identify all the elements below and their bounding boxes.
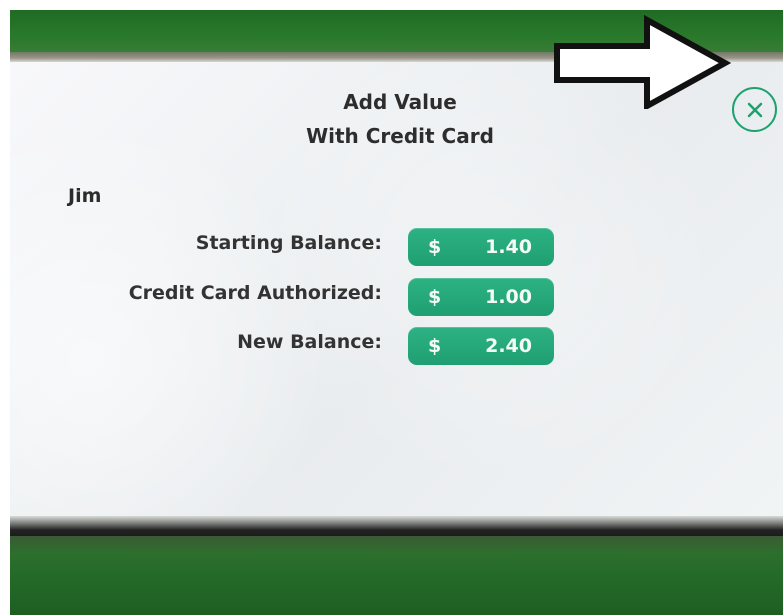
close-icon <box>747 102 762 117</box>
starting-balance-value: $ 1.40 <box>408 228 554 266</box>
new-balance-currency: $ <box>428 335 442 357</box>
credit-card-authorized-currency: $ <box>428 286 442 308</box>
screen-bottom-edge <box>10 516 783 536</box>
credit-card-authorized-label: Credit Card Authorized: <box>128 282 382 304</box>
starting-balance-currency: $ <box>428 236 442 258</box>
screen-bezel-bottom <box>10 536 783 615</box>
kiosk-screen: Add Value With Credit Card Jim Starting … <box>10 62 783 518</box>
close-button[interactable] <box>732 87 777 132</box>
dialog-title-line-2: With Credit Card <box>306 124 494 148</box>
starting-balance-amount: 1.40 <box>485 236 532 258</box>
starting-balance-row: Starting Balance: $ 1.40 <box>10 228 570 266</box>
new-balance-amount: 2.40 <box>485 335 532 357</box>
right-arrow-icon <box>554 14 732 109</box>
credit-card-authorized-amount: 1.00 <box>485 286 532 308</box>
starting-balance-label: Starting Balance: <box>195 232 382 254</box>
user-name: Jim <box>68 185 102 207</box>
credit-card-authorized-row: Credit Card Authorized: $ 1.00 <box>10 278 570 316</box>
credit-card-authorized-value: $ 1.00 <box>408 278 554 316</box>
new-balance-label: New Balance: <box>237 331 382 353</box>
new-balance-value: $ 2.40 <box>408 327 554 365</box>
dialog-title: Add Value With Credit Card <box>230 85 570 153</box>
dialog-title-line-1: Add Value <box>343 90 457 114</box>
new-balance-row: New Balance: $ 2.40 <box>10 327 570 365</box>
kiosk-photo: Add Value With Credit Card Jim Starting … <box>0 0 783 615</box>
